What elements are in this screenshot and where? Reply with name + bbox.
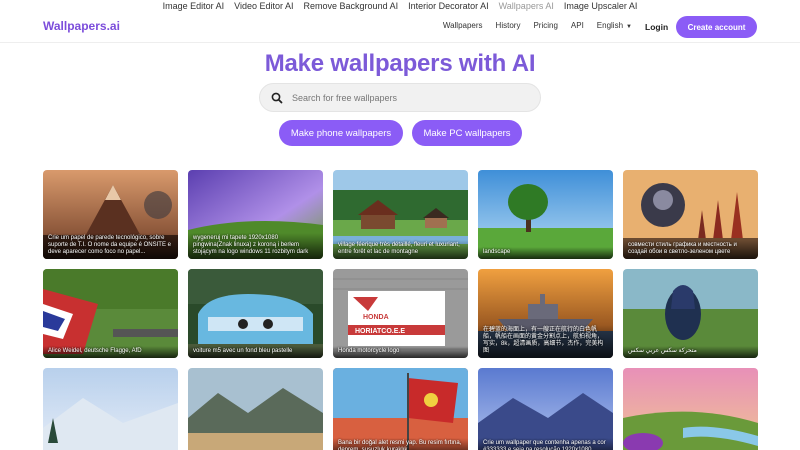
- language-label: English: [596, 21, 624, 30]
- wallpaper-thumbnail: [188, 368, 323, 450]
- wallpaper-card[interactable]: Crie um wallpaper que contenha apenas a …: [478, 368, 613, 450]
- wallpaper-card[interactable]: village féerique très détaillé, fleuri e…: [333, 170, 468, 259]
- nav-wallpapers[interactable]: Wallpapers: [443, 21, 483, 30]
- search-icon: [270, 91, 284, 105]
- wallpaper-caption: Crie um wallpaper que contenha apenas a …: [478, 438, 613, 450]
- wallpaper-card[interactable]: landscape: [478, 170, 613, 259]
- wallpaper-card[interactable]: voiture m5 avec un fond bleu pastelle: [188, 269, 323, 358]
- wallpaper-caption: voiture m5 avec un fond bleu pastelle: [188, 346, 323, 358]
- wallpaper-card[interactable]: HONDA HORIATCO.E.E Honda motorcycle logo: [333, 269, 468, 358]
- wallpaper-caption: Honda motorcycle logo: [333, 346, 468, 358]
- wallpaper-thumbnail: [188, 269, 323, 358]
- wallpaper-caption: Crie um papel de parede tecnológico, sob…: [43, 233, 178, 259]
- search-input[interactable]: [292, 92, 522, 103]
- wallpaper-thumbnail: HONDA HORIATCO.E.E: [333, 269, 468, 358]
- page-title: Make wallpapers with AI: [264, 50, 536, 77]
- wallpaper-caption: Bana bir doğal alet resmi yap. Bu resim …: [333, 438, 468, 450]
- wallpaper-card[interactable]: [623, 368, 758, 450]
- product-link-wallpapers[interactable]: Wallpapers AI: [494, 0, 559, 13]
- login-link[interactable]: Login: [645, 22, 668, 32]
- wallpaper-card[interactable]: [43, 368, 178, 450]
- svg-text:HONDA: HONDA: [363, 314, 389, 321]
- wallpaper-thumbnail: [43, 368, 178, 450]
- svg-text:HORIATCO.E.E: HORIATCO.E.E: [355, 328, 405, 335]
- nav-history[interactable]: History: [496, 21, 521, 30]
- wallpaper-card[interactable]: 在碧蓝的海面上，有一艘正在航行的白色帆船，帆船在画面的黄金分割点上，航拍视角，写…: [478, 269, 613, 358]
- wallpaper-caption: village féerique très détaillé, fleuri e…: [333, 240, 468, 259]
- wallpaper-gallery: Crie um papel de parede tecnológico, sob…: [43, 170, 758, 450]
- wallpaper-caption: 在碧蓝的海面上，有一艘正在航行的白色帆船，帆船在画面的黄金分割点上，航拍视角，写…: [478, 325, 613, 358]
- wallpaper-caption: landscape: [478, 247, 613, 259]
- product-switcher: Image Editor AI Video Editor AI Remove B…: [0, 0, 800, 13]
- wallpaper-card[interactable]: متحركة سكس عربي سكس: [623, 269, 758, 358]
- wallpaper-card[interactable]: Crie um papel de parede tecnológico, sob…: [43, 170, 178, 259]
- product-link-remove-background[interactable]: Remove Background AI: [299, 0, 404, 13]
- wallpaper-card[interactable]: Bana bir doğal alet resmi yap. Bu resim …: [333, 368, 468, 450]
- product-link-interior-decorator[interactable]: Interior Decorator AI: [403, 0, 494, 13]
- create-account-button[interactable]: Create account: [676, 16, 757, 38]
- make-pc-wallpapers-button[interactable]: Make PC wallpapers: [412, 120, 522, 146]
- wallpaper-card[interactable]: совмести стиль графика и местность и соз…: [623, 170, 758, 259]
- nav-api[interactable]: API: [571, 21, 584, 30]
- wallpaper-caption: متحركة سكس عربي سكس: [623, 346, 758, 358]
- caret-down-icon: ▼: [626, 24, 632, 30]
- nav-pricing[interactable]: Pricing: [533, 21, 557, 30]
- product-link-image-upscaler[interactable]: Image Upscaler AI: [559, 0, 643, 13]
- site-header: Wallpapers.ai Wallpapers History Pricing…: [0, 13, 800, 43]
- wallpaper-card[interactable]: wygeneruj mi tapete 1920x1080 pingwina(Z…: [188, 170, 323, 259]
- wallpaper-card[interactable]: Alice Weidel, deutsche Flagge, AfD: [43, 269, 178, 358]
- wallpaper-thumbnail: [623, 269, 758, 358]
- wallpaper-thumbnail: [43, 269, 178, 358]
- wallpaper-caption: совмести стиль графика и местность и соз…: [623, 240, 758, 259]
- wallpaper-thumbnail: [623, 368, 758, 450]
- search-bar[interactable]: [259, 83, 541, 112]
- wallpaper-caption: Alice Weidel, deutsche Flagge, AfD: [43, 346, 178, 358]
- site-logo[interactable]: Wallpapers.ai: [43, 19, 120, 33]
- main-nav: Wallpapers History Pricing API English ▼: [443, 21, 632, 30]
- language-selector[interactable]: English ▼: [597, 21, 632, 30]
- wallpaper-caption: wygeneruj mi tapete 1920x1080 pingwina(Z…: [188, 233, 323, 259]
- make-phone-wallpapers-button[interactable]: Make phone wallpapers: [279, 120, 403, 146]
- product-link-video-editor[interactable]: Video Editor AI: [229, 0, 298, 13]
- wallpaper-card[interactable]: [188, 368, 323, 450]
- wallpaper-thumbnail: [478, 170, 613, 259]
- product-link-image-editor[interactable]: Image Editor AI: [158, 0, 230, 13]
